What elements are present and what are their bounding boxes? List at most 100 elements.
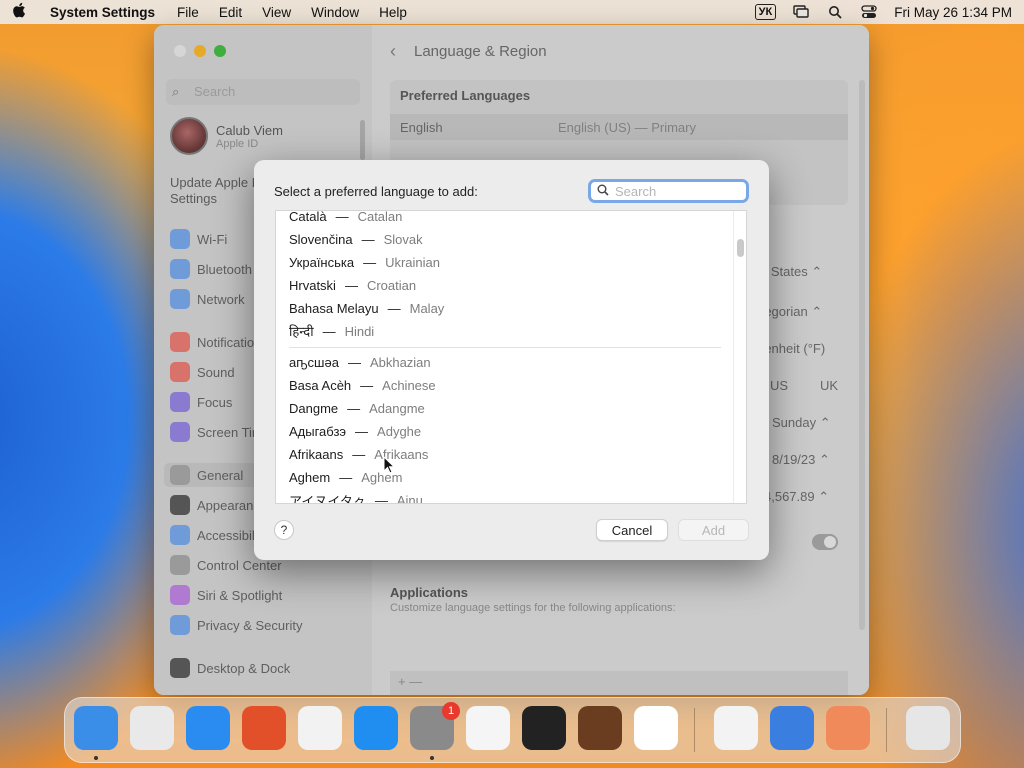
window-controls <box>174 45 226 57</box>
language-list-item[interactable]: Hrvatski — Croatian <box>289 275 416 295</box>
language-list-item[interactable]: हिन्दी — Hindi <box>289 321 374 341</box>
add-button[interactable]: Add <box>678 519 749 541</box>
language-list-item[interactable]: Afrikaans — Afrikaans <box>289 444 428 464</box>
input-source-indicator[interactable]: УК <box>754 4 777 20</box>
menu-edit[interactable]: Edit <box>219 5 242 20</box>
remote-desktop-icon[interactable] <box>826 706 870 750</box>
language-search-field[interactable] <box>588 179 749 203</box>
language-native-name: हिन्दी <box>289 324 314 339</box>
finder-icon[interactable] <box>74 706 118 750</box>
help-button[interactable]: ? <box>274 520 294 540</box>
menu-view[interactable]: View <box>262 5 291 20</box>
language-list-item[interactable]: Bahasa Melayu — Malay <box>289 298 444 318</box>
dock-separator <box>886 708 887 752</box>
cancel-button[interactable]: Cancel <box>596 519 668 541</box>
number-format-popup[interactable]: 4,567.89 ⌃ <box>764 489 829 505</box>
launchpad-icon[interactable] <box>130 706 174 750</box>
list-scrollbar-thumb[interactable] <box>737 239 744 257</box>
close-button[interactable] <box>174 45 186 57</box>
language-list-item[interactable]: Català — Catalan <box>289 210 402 226</box>
language-list-item[interactable]: Адыгабзэ — Adyghe <box>289 421 421 441</box>
applications-title: Applications <box>390 585 469 600</box>
globe-icon <box>170 289 190 309</box>
moon-icon <box>170 392 190 412</box>
dock-icon <box>170 658 190 678</box>
language-search-input[interactable] <box>615 183 735 199</box>
add-remove-bar[interactable]: + — <box>390 671 848 695</box>
sidebar-search-placeholder: Search <box>194 84 236 99</box>
menu-file[interactable]: File <box>177 5 199 20</box>
apple-id-account[interactable]: Calub Viem Apple ID <box>170 117 283 155</box>
dock: 1 <box>64 697 961 763</box>
language-list-item[interactable]: アイヌイタㇰ — Ainu <box>289 490 423 504</box>
preferred-language-name: English <box>400 119 443 135</box>
language-native-name: Hrvatski <box>289 277 336 293</box>
appearance-icon <box>170 495 190 515</box>
screen-mirroring-icon[interactable] <box>792 4 810 20</box>
first-day-popup[interactable]: Sunday ⌃ <box>772 415 831 431</box>
chrome-icon[interactable] <box>298 706 342 750</box>
sidebar-item-wi-fi[interactable]: Wi-Fi <box>170 227 227 251</box>
sidebar-item-focus[interactable]: Focus <box>170 390 232 414</box>
sidebar-search-field[interactable]: ⌕ Search <box>166 79 360 105</box>
language-separator-dash: — <box>335 210 349 224</box>
apps-icon[interactable] <box>770 706 814 750</box>
language-list[interactable]: Català — Catalan Slovenčina — Slovak Українськ… <box>275 210 747 504</box>
back-chevron-icon[interactable]: ‹ <box>390 41 396 62</box>
menu-clock[interactable]: Fri May 26 1:34 PM <box>894 5 1012 20</box>
sidebar-item-sound[interactable]: Sound <box>170 360 235 384</box>
mouse-cursor-icon <box>383 456 395 474</box>
menu-bar: System Settings File Edit View Window He… <box>0 0 1024 24</box>
dock-separator <box>694 708 695 752</box>
language-separator-dash: — <box>355 423 369 439</box>
textedit-icon[interactable] <box>466 706 510 750</box>
date-format-popup[interactable]: 8/19/23 ⌃ <box>772 452 830 468</box>
language-english-name: Ainu <box>396 492 423 504</box>
sidebar-item-siri-spotlight[interactable]: Siri & Spotlight <box>170 583 282 607</box>
firefox-icon[interactable] <box>242 706 286 750</box>
language-english-name: Croatian <box>366 277 417 293</box>
measurement-us-option[interactable]: US <box>770 378 788 393</box>
minimize-button[interactable] <box>194 45 206 57</box>
menu-help[interactable]: Help <box>379 5 407 20</box>
calendar-popup[interactable]: regorian ⌃ <box>760 304 822 320</box>
sidebar-item-label: Sound <box>197 364 235 380</box>
temperature-popup[interactable]: renheit (°F) <box>760 341 825 356</box>
bluetooth-icon <box>170 259 190 279</box>
sidebar-scrollbar[interactable] <box>360 120 365 160</box>
sidebar-item-network[interactable]: Network <box>170 287 245 311</box>
terminal-icon[interactable] <box>522 706 566 750</box>
zoom-button[interactable] <box>214 45 226 57</box>
language-separator-dash: — <box>387 300 401 316</box>
visual-studio-icon[interactable] <box>714 706 758 750</box>
spotlight-search-icon[interactable] <box>826 4 844 20</box>
sidebar-item-bluetooth[interactable]: Bluetooth <box>170 257 252 281</box>
menu-window[interactable]: Window <box>311 5 359 20</box>
live-text-toggle[interactable] <box>812 534 838 550</box>
search-icon <box>597 184 609 199</box>
content-scrollbar[interactable] <box>859 80 865 630</box>
garageband-icon[interactable] <box>578 706 622 750</box>
trash-icon[interactable] <box>906 706 950 750</box>
applications-section: Applications Customize language settings… <box>390 585 848 635</box>
language-list-item[interactable]: Dangme — Adangme <box>289 398 425 418</box>
language-native-name: アイヌイタㇰ <box>289 493 366 504</box>
app-store-icon[interactable] <box>354 706 398 750</box>
sidebar-item-desktop-dock[interactable]: Desktop & Dock <box>170 656 290 680</box>
sidebar-item-privacy-security[interactable]: Privacy & Security <box>170 613 302 637</box>
preferred-language-row[interactable]: English English (US) — Primary <box>390 114 848 140</box>
vscode-icon[interactable] <box>634 706 678 750</box>
language-list-item[interactable]: Basa Acèh — Achinese <box>289 375 436 395</box>
sidebar-item-appearance[interactable]: Appearance <box>170 493 267 517</box>
region-popup[interactable]: d States ⌃ <box>760 264 822 280</box>
language-separator-dash: — <box>374 492 388 504</box>
running-indicator <box>94 756 98 760</box>
language-list-item[interactable]: Slovenčina — Slovak <box>289 229 423 249</box>
safari-icon[interactable] <box>186 706 230 750</box>
language-list-item[interactable]: аҧсшәа — Abkhazian <box>289 352 431 372</box>
apple-menu-icon[interactable] <box>12 2 34 22</box>
language-list-item[interactable]: Українська — Ukrainian <box>289 252 440 272</box>
menu-app-name[interactable]: System Settings <box>50 5 155 20</box>
control-center-icon[interactable] <box>860 4 878 20</box>
measurement-uk-option[interactable]: UK <box>820 378 838 393</box>
